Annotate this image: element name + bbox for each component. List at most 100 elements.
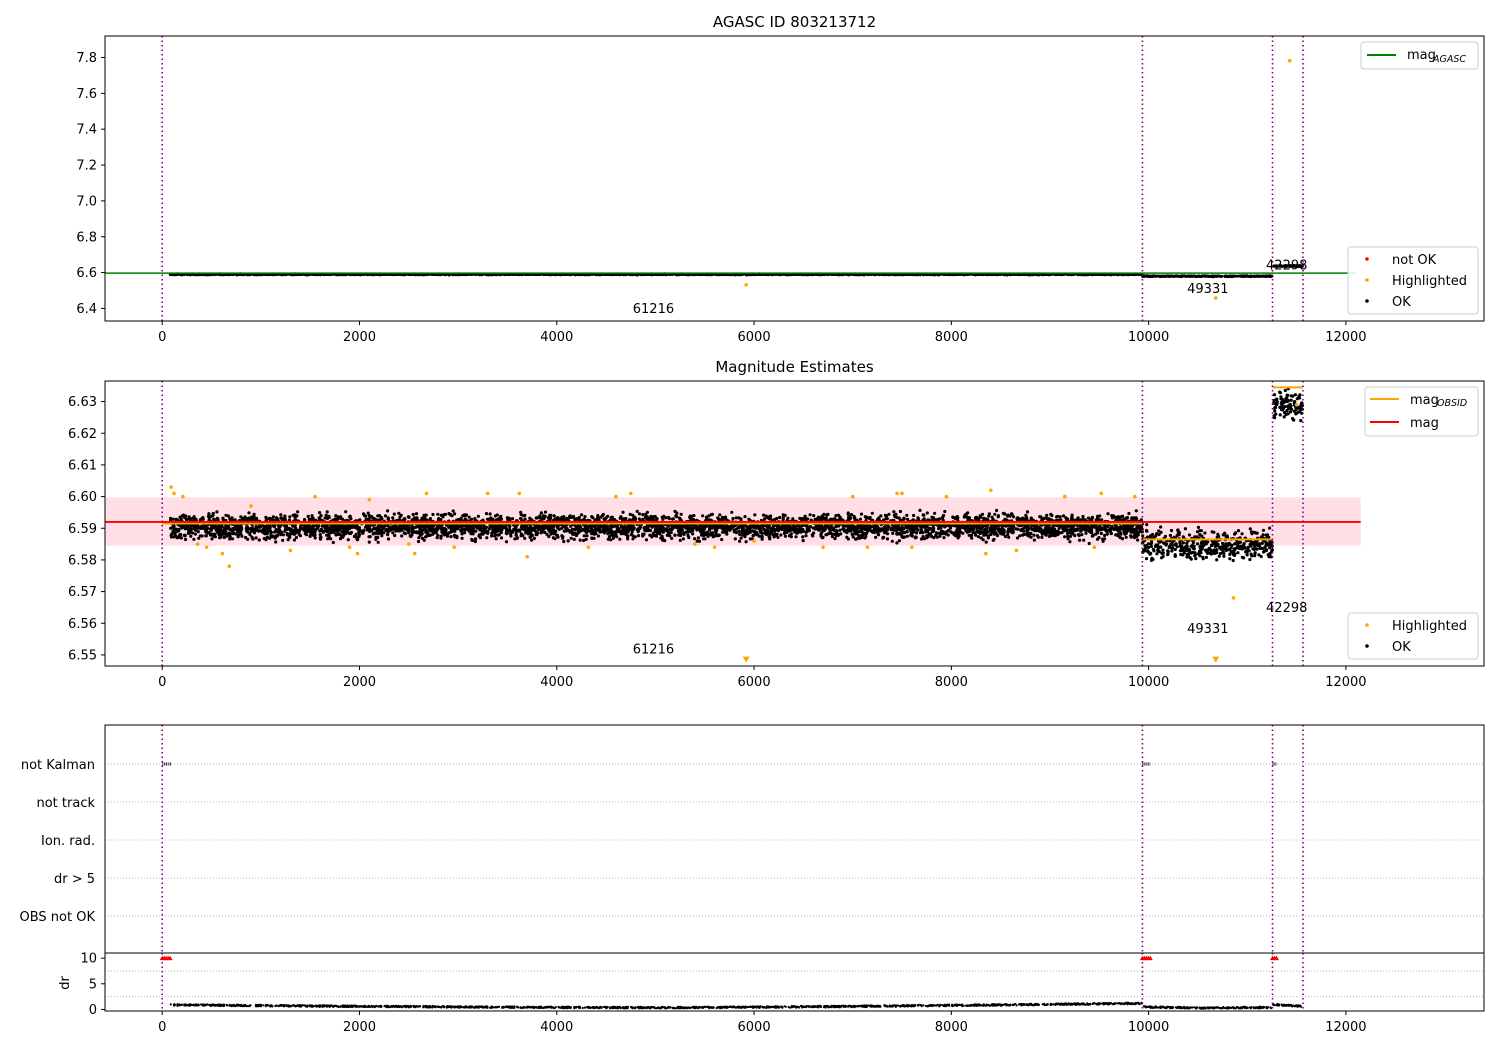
mid-ok-point [1087,541,1091,546]
mid-ok-point [485,536,489,540]
mid-ok-point [292,538,296,542]
top-highlighted-point [1287,58,1292,63]
mid-ok-point [318,533,322,537]
mid-ok-point [1120,537,1125,541]
top-ok-point [221,273,224,277]
mid-ok-point [383,514,388,518]
mid-ok-point [1049,512,1053,516]
mid-ok-point [532,536,537,541]
mid-ok-point [288,515,292,519]
mid-ok-point [331,540,335,545]
top-ok-point [1245,274,1249,278]
mid-ok-point [1084,531,1088,535]
top-ok-point [1232,274,1235,278]
mid-ok-point [1127,511,1131,516]
top-ok-point [253,273,256,277]
mid-ok-point [453,512,457,516]
mid-ok-point [879,514,883,518]
mid-ok-point [279,513,283,517]
mid-ok-point [572,537,576,542]
mid-ok-point [386,537,391,541]
top-ok-point [1168,274,1172,278]
mid-ok-point [318,510,322,515]
top-ok-point [197,273,201,277]
mid-ok-point [294,535,298,540]
mid-ok-point [1066,534,1070,539]
top-ok-point [1159,274,1162,278]
mid-ok-point [346,538,350,542]
mid-ok-point [1125,516,1129,520]
mid-ok-point [204,534,208,538]
top-ok-point [1262,275,1266,278]
top-ok-point [779,273,782,277]
mid-ok-point [207,512,211,516]
mid-ok-point [562,539,566,544]
mid-ok-point [943,509,947,514]
top-ok-point [1180,274,1183,277]
top-ok-point [1206,274,1210,278]
mid-ok-point [386,509,390,513]
top-ok-point [1240,274,1244,278]
mid-ok-point [992,537,996,542]
top-chart-title: AGASC ID 803213712 [713,13,876,31]
mid-ok-point [313,536,317,540]
dr-axis-label: dr [58,976,73,990]
mid-ok-point [246,537,250,541]
top-ok-point [1228,275,1232,278]
top-ok-point [1200,274,1204,278]
top-highlighted-point [744,282,748,287]
mid-ok-point [414,512,419,516]
top-ok-point [260,273,264,277]
mid-ok-point [467,515,471,519]
mid-ok-point [1079,529,1083,533]
mid-ok-point [344,510,348,514]
mid-ok-point [596,534,601,538]
mid-ok-point [635,509,639,513]
top-ok-point [1184,275,1188,278]
top-ok-point [1152,275,1156,278]
top-ok-point [962,273,965,277]
mid-ok-point [891,531,895,536]
top-ok-point [1258,274,1262,278]
top-ok-point [787,273,791,277]
top-ok-point [195,273,198,277]
mid-ok-point [779,533,783,537]
middle-chart-title: Magnitude Estimates [715,358,873,376]
mid-ok-point [621,510,625,514]
top-ok-point [862,273,866,277]
scatter-layer [105,58,1361,1010]
top-ok-point [1211,274,1214,278]
mid-ok-point [578,538,582,542]
top-ok-point [1175,274,1179,278]
top-ok-point [1166,274,1170,278]
figure: AGASC ID 803213712 Magnitude Estimates d… [20,13,1485,1035]
mid-ok-point [380,534,384,538]
top-ok-point [1091,273,1094,277]
top-ok-point [1251,274,1255,278]
top-ok-point [1214,275,1218,278]
top-ok-point [1193,274,1197,278]
mid-ok-point [601,512,606,517]
top-ok-point [1225,275,1228,279]
top-ok-point [371,273,375,277]
mid-ok-point [801,535,805,539]
mid-ok-point [391,531,395,535]
top-ok-point [549,273,553,277]
mid-ok-point [179,536,183,540]
mid-ok-point [738,539,742,543]
mid-ok-point [883,513,888,518]
top-ok-point [1145,275,1149,278]
top-ok-point [1237,274,1241,278]
mid-ok-point [1082,538,1086,542]
mid-ok-point [569,536,573,540]
top-ok-point [931,273,935,277]
mid-ok-point [274,540,278,544]
top-ok-point [341,273,345,277]
mid-ok-point [737,526,741,530]
top-ok-point [1182,274,1185,278]
top-ok-point [246,273,249,277]
mid-ok-point [583,515,587,519]
mid-ok-point [1032,538,1036,542]
mid-ok-point [306,514,310,519]
top-ok-point [1218,275,1221,278]
